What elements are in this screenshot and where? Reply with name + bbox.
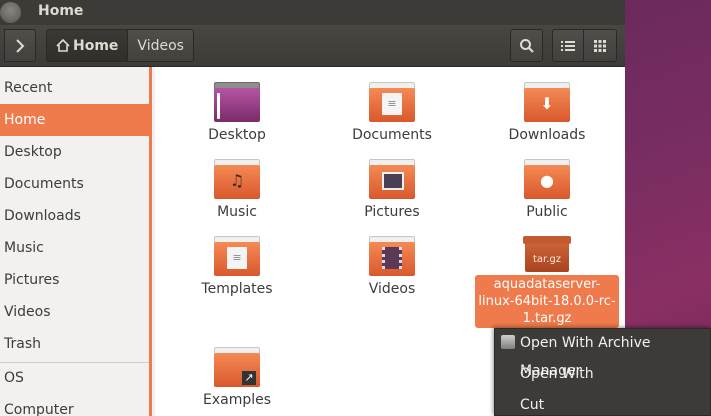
- file-label-selected: aquadataserver- linux-64bit-18.0.0-rc- 1…: [475, 275, 619, 328]
- file-item-templates[interactable]: ≡ Templates: [177, 236, 297, 298]
- list-view-icon: [561, 40, 575, 51]
- sidebar-item-os[interactable]: OS: [0, 362, 149, 394]
- breadcrumb-videos[interactable]: Videos: [128, 29, 194, 62]
- examples-folder-icon: ↗: [214, 347, 260, 387]
- file-label: Desktop: [208, 127, 266, 143]
- music-folder-icon: ♫: [214, 159, 260, 199]
- file-label: Downloads: [508, 127, 586, 143]
- home-icon: [56, 39, 70, 52]
- file-label: Documents: [352, 127, 432, 143]
- sidebar-item-recent[interactable]: Recent: [0, 72, 149, 104]
- toolbar: Home Videos: [0, 25, 625, 67]
- file-item-examples[interactable]: ↗ Examples: [177, 347, 297, 409]
- file-label: Pictures: [364, 204, 420, 220]
- file-item-archive[interactable]: tar.gz aquadataserver- linux-64bit-18.0.…: [475, 236, 619, 328]
- file-item-music[interactable]: ♫ Music: [177, 159, 297, 221]
- sidebar: Recent Home Desktop Documents Downloads …: [0, 67, 152, 416]
- sidebar-item-home[interactable]: Home: [0, 104, 149, 136]
- list-view-button[interactable]: [552, 29, 584, 62]
- menu-item-open-with-archive-manager[interactable]: Open With Archive Manager: [495, 329, 710, 379]
- file-label: Examples: [202, 392, 272, 408]
- sidebar-item-desktop[interactable]: Desktop: [0, 136, 149, 168]
- grid-view-icon: [594, 39, 606, 52]
- file-label-line: aquadataserver-: [493, 277, 601, 292]
- file-item-public[interactable]: ● Public: [487, 159, 607, 221]
- grid-view-button[interactable]: [584, 29, 617, 62]
- file-item-documents[interactable]: ≡ Documents: [332, 82, 452, 144]
- menu-item-open-with[interactable]: Open With: [495, 360, 710, 391]
- forward-button[interactable]: [4, 29, 36, 62]
- breadcrumb-home-label: Home: [73, 37, 119, 54]
- file-label-line: linux-64bit-18.0.0-rc-: [478, 294, 616, 309]
- pictures-folder-icon: [369, 159, 415, 199]
- menu-item-label: Cut: [520, 397, 545, 413]
- sidebar-item-downloads[interactable]: Downloads: [0, 200, 149, 232]
- archive-icon: tar.gz: [523, 236, 571, 272]
- window-title: Home: [38, 3, 84, 19]
- breadcrumb: Home Videos: [46, 29, 194, 62]
- search-icon: [519, 38, 534, 53]
- breadcrumb-home[interactable]: Home: [46, 29, 129, 62]
- file-item-videos[interactable]: Videos: [332, 236, 452, 298]
- file-label: Music: [217, 204, 257, 220]
- sidebar-item-pictures[interactable]: Pictures: [0, 264, 149, 296]
- context-menu: Open With Archive Manager Open With Cut: [494, 328, 711, 416]
- public-folder-icon: ●: [524, 159, 570, 199]
- templates-folder-icon: ≡: [214, 236, 260, 276]
- sidebar-item-trash[interactable]: Trash: [0, 328, 149, 360]
- file-item-desktop[interactable]: Desktop: [177, 82, 297, 144]
- file-label: Templates: [201, 281, 273, 297]
- window-control-button[interactable]: [0, 2, 21, 23]
- videos-folder-icon: [369, 236, 415, 276]
- documents-folder-icon: ≡: [369, 82, 415, 122]
- search-button[interactable]: [510, 29, 543, 62]
- desktop-folder-icon: [214, 82, 260, 122]
- sidebar-item-documents[interactable]: Documents: [0, 168, 149, 200]
- file-label: Public: [526, 204, 568, 220]
- chevron-right-icon: [16, 38, 25, 53]
- sidebar-item-videos[interactable]: Videos: [0, 296, 149, 328]
- breadcrumb-videos-label: Videos: [137, 37, 184, 54]
- title-bar[interactable]: Home: [0, 0, 625, 25]
- file-item-downloads[interactable]: ⬇ Downloads: [487, 82, 607, 144]
- menu-item-cut[interactable]: Cut: [495, 391, 710, 416]
- sidebar-item-music[interactable]: Music: [0, 232, 149, 264]
- file-label-line: 1.tar.gz: [522, 311, 572, 326]
- archive-badge: tar.gz: [532, 254, 562, 265]
- archive-manager-icon: [501, 335, 515, 349]
- downloads-folder-icon: ⬇: [524, 82, 570, 122]
- sidebar-item-computer[interactable]: Computer: [0, 394, 149, 416]
- file-item-pictures[interactable]: Pictures: [332, 159, 452, 221]
- menu-item-label: Open With: [520, 366, 594, 382]
- file-label: Videos: [368, 281, 416, 297]
